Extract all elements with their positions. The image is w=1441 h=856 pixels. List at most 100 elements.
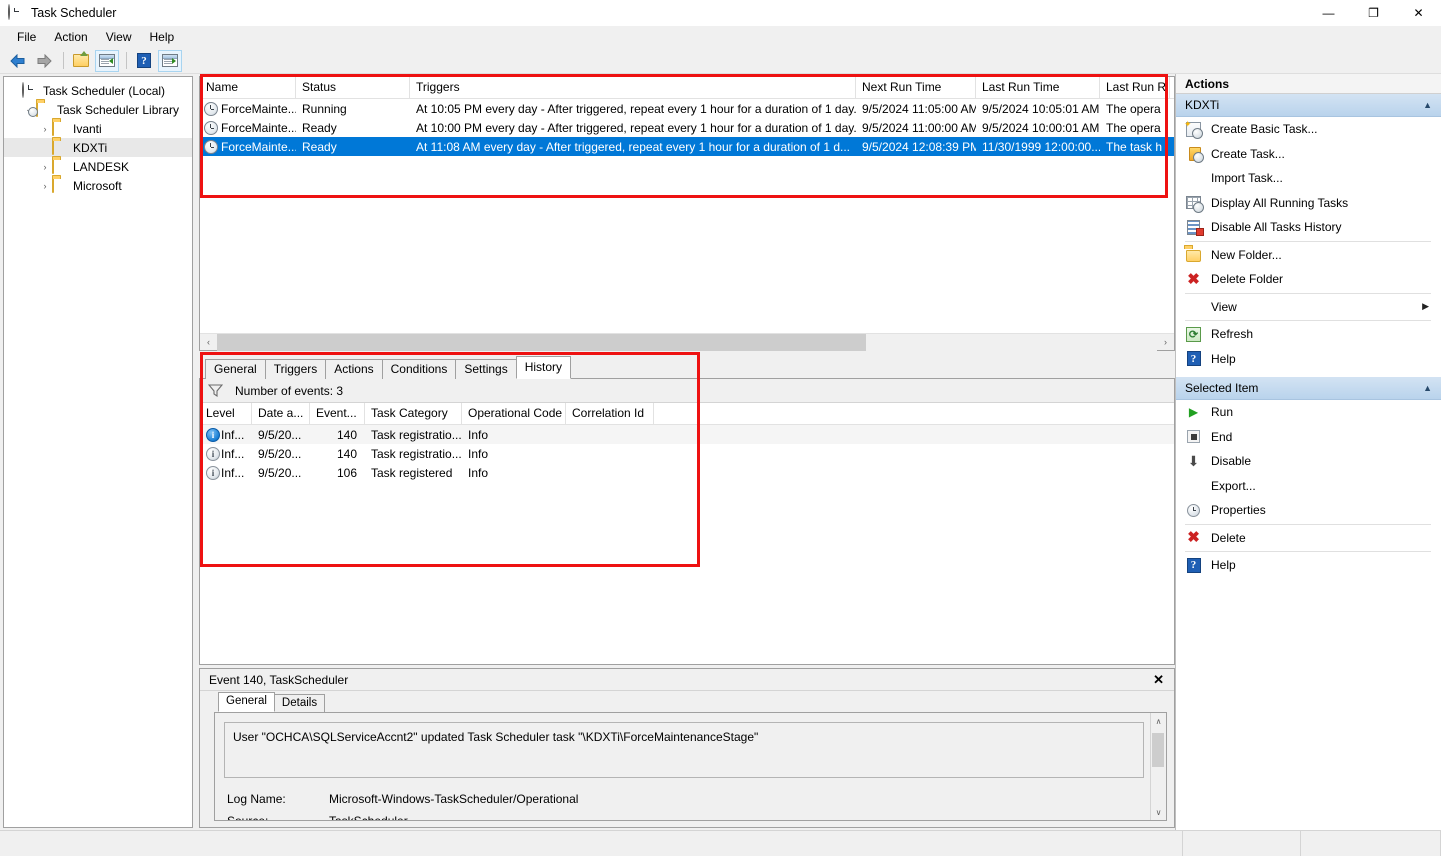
task-status-cell: Running — [302, 101, 347, 116]
show-hide-action-pane-button[interactable] — [158, 49, 182, 72]
column-header-name[interactable]: Name — [200, 77, 296, 98]
tree-node-kdxti[interactable]: KDXTi — [4, 138, 192, 157]
tree-node-ivanti[interactable]: › Ivanti — [4, 119, 192, 138]
chevron-right-icon[interactable]: › — [38, 179, 52, 193]
scroll-up-arrow-icon[interactable]: ∧ — [1151, 713, 1167, 729]
action-import-task[interactable]: Import Task... — [1176, 166, 1441, 191]
action-create-basic-task[interactable]: ✦ Create Basic Task... — [1176, 117, 1441, 142]
action-end[interactable]: End — [1176, 425, 1441, 450]
task-list-horizontal-scrollbar[interactable]: ‹ › — [200, 333, 1174, 351]
back-button[interactable] — [6, 50, 30, 72]
close-button[interactable]: ✕ — [1396, 0, 1441, 26]
menu-action[interactable]: Action — [45, 28, 96, 46]
tab-triggers[interactable]: Triggers — [264, 359, 327, 379]
tab-conditions[interactable]: Conditions — [381, 359, 457, 379]
show-hide-console-tree-button[interactable] — [95, 49, 119, 72]
scroll-thumb[interactable] — [1152, 733, 1164, 767]
funnel-icon[interactable] — [208, 384, 223, 397]
action-create-task[interactable]: Create Task... — [1176, 142, 1441, 167]
center-pane: Name Status Triggers Next Run Time Last … — [199, 76, 1175, 828]
tab-event-general[interactable]: General — [218, 692, 275, 712]
column-header-triggers[interactable]: Triggers — [410, 77, 856, 98]
action-new-folder[interactable]: New Folder... — [1176, 243, 1441, 268]
actions-group-header-selected-item[interactable]: Selected Item ▲ — [1176, 377, 1441, 400]
forward-button[interactable] — [32, 50, 56, 72]
disable-history-icon — [1185, 219, 1202, 236]
action-display-all-running-tasks[interactable]: Display All Running Tasks — [1176, 191, 1441, 216]
close-icon[interactable]: ✕ — [1149, 672, 1168, 688]
menu-view[interactable]: View — [97, 28, 141, 46]
action-run[interactable]: ▶ Run — [1176, 400, 1441, 425]
column-header-operational-code[interactable]: Operational Code — [462, 403, 566, 424]
tree-node-landesk[interactable]: › LANDESK — [4, 157, 192, 176]
action-properties[interactable]: Properties — [1176, 498, 1441, 523]
table-row[interactable]: i Inf... 9/5/20... 140 Task registratio.… — [200, 444, 1174, 463]
table-row[interactable]: i Inf... 9/5/20... 106 Task registered I… — [200, 463, 1174, 482]
action-refresh[interactable]: ⟳ Refresh — [1176, 322, 1441, 347]
action-disable[interactable]: ⬇ Disable — [1176, 449, 1441, 474]
scroll-thumb[interactable] — [217, 333, 866, 351]
column-header-event-id[interactable]: Event... — [310, 403, 365, 424]
column-header-last-run-time[interactable]: Last Run Time — [976, 77, 1100, 98]
task-list-view: Name Status Triggers Next Run Time Last … — [199, 76, 1175, 351]
table-row[interactable]: i Inf... 9/5/20... 140 Task registratio.… — [200, 425, 1174, 444]
action-delete-folder[interactable]: ✖ Delete Folder — [1176, 267, 1441, 292]
tree-node-microsoft[interactable]: › Microsoft — [4, 176, 192, 195]
action-view[interactable]: View ▶ — [1176, 295, 1441, 320]
table-row[interactable]: ForceMainte... Ready At 11:08 AM every d… — [200, 137, 1174, 156]
tab-general[interactable]: General — [205, 359, 266, 379]
up-one-level-button[interactable] — [69, 50, 93, 72]
menu-file[interactable]: File — [8, 28, 45, 46]
chevron-right-icon[interactable]: › — [38, 122, 52, 136]
column-header-correlation-id[interactable]: Correlation Id — [566, 403, 654, 424]
scroll-track[interactable] — [217, 333, 1157, 351]
chevron-up-icon[interactable]: ▲ — [1423, 383, 1432, 393]
task-detail-tabs-pane: General Triggers Actions Conditions Sett… — [199, 356, 1175, 665]
tree-node-task-scheduler-local[interactable]: Task Scheduler (Local) — [4, 81, 192, 100]
scroll-down-arrow-icon[interactable]: ∨ — [1151, 804, 1167, 820]
menu-help[interactable]: Help — [141, 28, 184, 46]
scroll-right-arrow-icon[interactable]: › — [1157, 334, 1174, 351]
clock-icon — [8, 4, 24, 21]
action-delete[interactable]: ✖ Delete — [1176, 526, 1441, 551]
column-header-date-and-time[interactable]: Date a... — [252, 403, 310, 424]
maximize-button[interactable]: ❐ — [1351, 0, 1396, 26]
column-header-last-run-result[interactable]: Last Run R — [1100, 77, 1170, 98]
event-detail-vertical-scrollbar[interactable]: ∧ ∨ — [1150, 713, 1166, 820]
task-name-label: ForceMainte... — [221, 139, 296, 154]
actions-group-header-kdxti[interactable]: KDXTi ▲ — [1176, 94, 1441, 117]
create-basic-task-icon: ✦ — [1184, 119, 1202, 138]
event-opcode-cell: Info — [468, 427, 489, 442]
disable-icon: ⬇ — [1187, 452, 1200, 469]
arrow-left-icon — [10, 53, 26, 68]
task-name-cell: ForceMainte... — [200, 101, 296, 116]
scroll-left-arrow-icon[interactable]: ‹ — [200, 334, 217, 351]
table-row[interactable]: ForceMainte... Ready At 10:00 PM every d… — [200, 118, 1174, 137]
tab-history[interactable]: History — [515, 356, 572, 379]
tab-event-details[interactable]: Details — [273, 694, 326, 712]
chevron-right-icon[interactable]: › — [38, 160, 52, 174]
column-header-task-category[interactable]: Task Category — [365, 403, 462, 424]
event-detail-pane: Event 140, TaskScheduler ✕ General Detai… — [199, 668, 1175, 828]
actions-separator — [1185, 320, 1431, 321]
table-row[interactable]: ForceMainte... Running At 10:05 PM every… — [200, 99, 1174, 118]
tree-node-task-scheduler-library[interactable]: ⌄ Task Scheduler Library — [4, 100, 192, 119]
tab-actions[interactable]: Actions — [325, 359, 383, 379]
minimize-button[interactable]: — — [1306, 0, 1351, 26]
tab-settings[interactable]: Settings — [455, 359, 517, 379]
action-export[interactable]: Export... — [1176, 474, 1441, 499]
chevron-up-icon[interactable]: ▲ — [1423, 100, 1432, 110]
event-detail-scroll-area: User "OCHCA\SQLServiceAccnt2" updated Ta… — [215, 713, 1150, 820]
action-label: View — [1211, 299, 1237, 314]
column-header-level[interactable]: Level — [200, 403, 252, 424]
action-help-selected[interactable]: ? Help — [1176, 553, 1441, 578]
toolbar-separator-2 — [126, 52, 127, 69]
column-header-next-run-time[interactable]: Next Run Time — [856, 77, 976, 98]
action-disable-all-tasks-history[interactable]: Disable All Tasks History — [1176, 215, 1441, 240]
chevron-right-icon[interactable]: ▶ — [1422, 301, 1429, 312]
column-header-status[interactable]: Status — [296, 77, 410, 98]
help-button[interactable]: ? — [132, 50, 156, 72]
actions-separator — [1185, 240, 1431, 242]
action-help[interactable]: ? Help — [1176, 347, 1441, 372]
no-icon — [1185, 170, 1202, 187]
